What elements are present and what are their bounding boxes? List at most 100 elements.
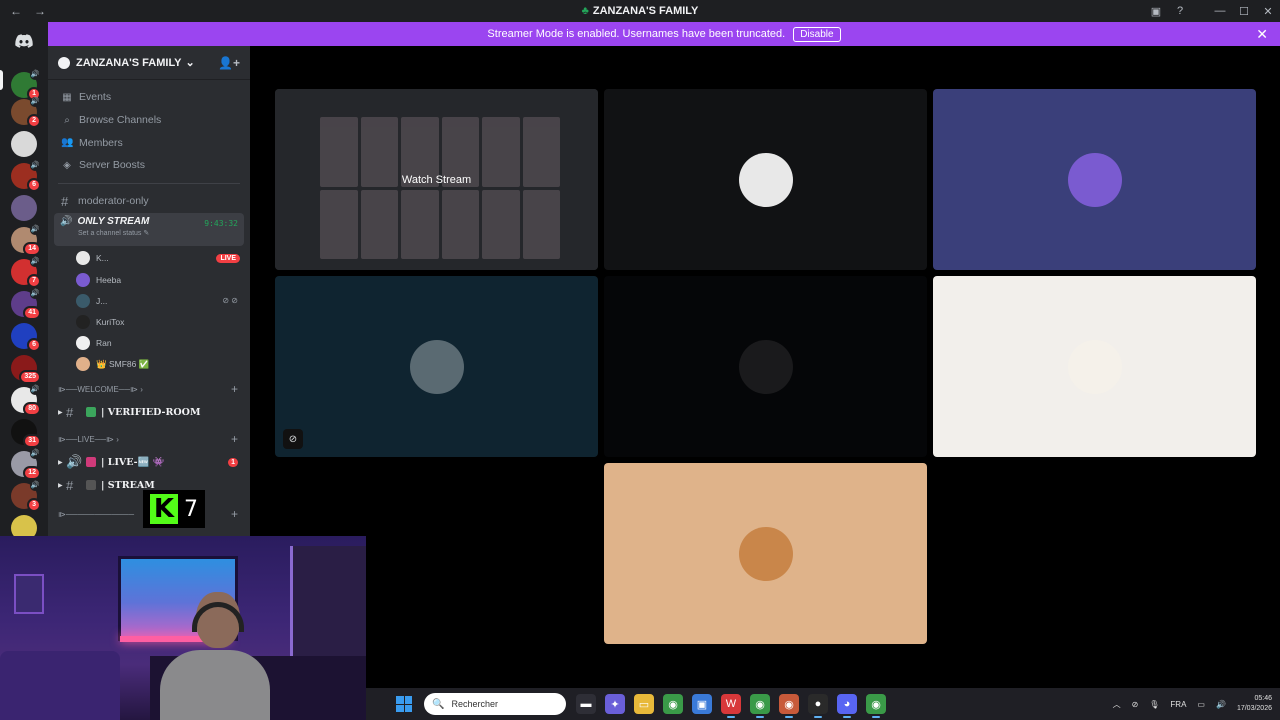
channel-item[interactable]: ▶ # | VERIFIED-ROOM — [48, 401, 250, 424]
channel-label: | VERIFIED-ROOM — [101, 406, 201, 418]
server-icon[interactable]: 🔊 12 — [11, 449, 41, 480]
invite-people-icon[interactable]: 👤+ — [218, 56, 240, 70]
server-icon[interactable]: 🔊 41 — [11, 289, 41, 320]
menu-label: Events — [79, 91, 112, 104]
clock[interactable]: 05:46 17/03/2026 — [1237, 694, 1272, 714]
menu-label: Browse Channels — [79, 114, 162, 127]
server-icon[interactable]: 🔊 2 — [11, 97, 41, 128]
voice-active-icon: 🔊 — [30, 225, 40, 235]
menu-item-browse-channels[interactable]: ⌕ Browse Channels — [48, 109, 250, 132]
mention-badge: 12 — [23, 466, 41, 480]
voice-user[interactable]: J... ⊘ ⊘ — [48, 290, 250, 311]
video-tile[interactable] — [604, 463, 927, 644]
discord-icon[interactable]: ◕ — [837, 694, 857, 718]
tray-chevron-icon[interactable]: ︿ — [1113, 699, 1121, 710]
minimize-button[interactable]: — — [1208, 5, 1232, 17]
server-boosts-icon: ◈ — [63, 159, 71, 171]
network-icon[interactable]: ⊘ — [1132, 700, 1139, 709]
voice-user[interactable]: KuriTox — [48, 311, 250, 332]
voice-user-name: Ran — [96, 338, 112, 349]
server-icon[interactable]: 🔊 6 — [11, 161, 41, 192]
guild-badge-icon — [58, 56, 70, 69]
category-header[interactable]: ⧐──WELCOME──⧐ › + — [48, 378, 250, 401]
chevron-down-icon: ⌄ — [185, 57, 195, 69]
monitor-icon[interactable]: ▭ — [1197, 700, 1205, 709]
mention-badge: 325 — [19, 370, 41, 384]
channel-moderator-only[interactable]: # moderator-only — [48, 190, 250, 213]
video-tile[interactable]: Watch Stream — [275, 89, 598, 270]
video-tile[interactable] — [604, 89, 927, 270]
copilot-icon[interactable]: ✦ — [605, 694, 625, 714]
windows-start-icon[interactable] — [396, 696, 412, 712]
video-tile[interactable] — [933, 89, 1256, 270]
events-icon: ▦ — [62, 91, 72, 103]
add-channel-icon[interactable]: + — [231, 382, 238, 396]
add-channel-icon[interactable]: + — [231, 432, 238, 446]
category-header[interactable]: ⧐──LIVE──⧐ › + — [48, 428, 250, 451]
server-icon[interactable] — [11, 195, 37, 221]
help-icon[interactable]: ? — [1168, 5, 1192, 17]
channel-item[interactable]: ▶ 🔊 | LIVE-🆕 👾 1 — [48, 451, 250, 474]
chrome-4-icon[interactable]: ◉ — [866, 694, 886, 718]
maximize-button[interactable]: ☐ — [1232, 5, 1256, 18]
close-banner-icon[interactable]: ✕ — [1256, 26, 1268, 43]
server-icon[interactable]: 🔊 14 — [11, 225, 41, 256]
menu-item-events[interactable]: ▦ Events — [48, 86, 250, 109]
chrome-2-icon[interactable]: ◉ — [750, 694, 770, 718]
taskbar-search[interactable]: 🔍 Rechercher — [424, 693, 566, 715]
server-icon[interactable] — [11, 131, 37, 157]
search-icon: 🔍 — [432, 698, 445, 710]
video-tile[interactable] — [604, 276, 927, 457]
explorer-icon[interactable]: ▭ — [634, 694, 654, 714]
voice-user-name: 👑 SMF86 ✅ — [96, 358, 150, 369]
video-tile[interactable]: ⊘ — [275, 276, 598, 457]
microphone-icon[interactable]: 🎙 — [1149, 700, 1159, 709]
server-icon[interactable]: 🔊 1 — [11, 70, 41, 101]
volume-icon[interactable]: 🔊 — [1216, 700, 1226, 709]
category-label: ⧐──────────── — [58, 509, 135, 519]
watch-stream-button[interactable]: Watch Stream — [402, 174, 471, 186]
chrome-3-icon[interactable]: ◉ — [779, 694, 799, 718]
set-channel-status[interactable]: Set a channel status ✎ — [78, 229, 238, 237]
avatar — [76, 314, 90, 329]
inbox-icon[interactable]: ▣ — [1144, 5, 1168, 18]
obs-icon[interactable]: ● — [808, 694, 828, 718]
muted-icon: ⊘ — [283, 429, 303, 449]
menu-item-server-boosts[interactable]: ◈ Server Boosts — [48, 154, 250, 177]
collapse-arrow-icon: ▶ — [58, 458, 63, 466]
voice-user[interactable]: Ran — [48, 333, 250, 354]
video-tile[interactable] — [933, 276, 1256, 457]
server-icon[interactable]: 🔊 80 — [11, 385, 41, 416]
server-icon[interactable]: 🔊 7 — [11, 257, 41, 288]
voice-user[interactable]: 👑 SMF86 ✅ — [48, 354, 250, 375]
language-indicator[interactable]: FRA — [1170, 700, 1186, 709]
menu-item-members[interactable]: 👥 Members — [48, 131, 250, 154]
chrome-icon[interactable]: ◉ — [663, 694, 683, 714]
wps-icon[interactable]: W — [721, 694, 741, 718]
speaker-icon: 🔊 — [60, 215, 73, 227]
channel-label: | LIVE-🆕 👾 — [101, 456, 165, 468]
guild-header[interactable]: ZANZANA'S FAMILY ⌄ 👤+ — [48, 46, 250, 80]
voice-user[interactable]: K... LIVE — [48, 248, 250, 269]
channel-sidebar: ZANZANA'S FAMILY ⌄ 👤+ ▦ Events ⌕ Browse Cha… — [48, 46, 250, 536]
divider — [58, 182, 240, 184]
voice-channel-only-stream[interactable]: 🔊 ONLY STREAM 9:43:32 Set a channel statu… — [54, 212, 244, 246]
disable-streamer-mode-button[interactable]: Disable — [793, 26, 841, 42]
close-window-button[interactable]: ✕ — [1256, 5, 1280, 18]
task-view-icon[interactable]: ▬ — [576, 694, 596, 714]
server-icon[interactable]: 6 — [11, 323, 41, 352]
voice-user[interactable]: Heeba — [48, 269, 250, 290]
voice-active-icon: 🔊 — [30, 70, 40, 80]
store-icon[interactable]: ▣ — [692, 694, 712, 714]
unread-badge: 1 — [228, 457, 238, 467]
server-icon[interactable]: 31 — [11, 419, 41, 448]
selected-pill — [0, 70, 3, 90]
viewer-count: 7 — [184, 496, 198, 522]
leaf-icon: ♣ — [581, 5, 589, 17]
add-channel-icon[interactable]: + — [231, 507, 238, 521]
discord-home-icon[interactable] — [10, 27, 38, 55]
voice-active-icon: 🔊 — [30, 161, 40, 171]
server-icon[interactable]: 325 — [11, 355, 41, 384]
menu-label: Members — [79, 136, 123, 149]
server-icon[interactable]: 🔊 3 — [11, 481, 41, 512]
